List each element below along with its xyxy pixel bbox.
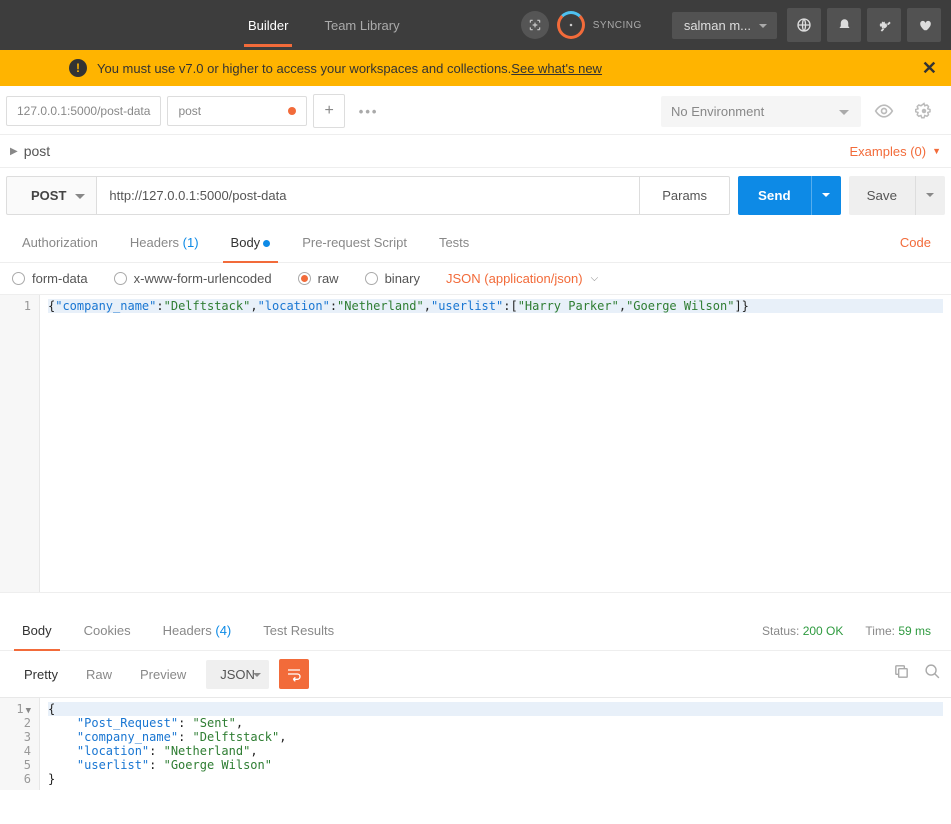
- wrap-lines-icon[interactable]: [279, 659, 309, 689]
- sync-status: SYNCING: [557, 11, 642, 39]
- radio-xwww[interactable]: x-www-form-urlencoded: [114, 271, 272, 286]
- request-tabs-bar: 127.0.0.1:5000/post-data post + •••: [0, 86, 651, 135]
- radio-raw[interactable]: raw: [298, 271, 339, 286]
- response-toolbar: Pretty Raw Preview JSON: [0, 651, 951, 697]
- radio-icon: [365, 272, 378, 285]
- editor-content[interactable]: {"company_name":"Delftstack","location":…: [40, 295, 951, 592]
- nav-builder[interactable]: Builder: [230, 4, 306, 47]
- response-gutter: 1▼23456: [0, 698, 40, 790]
- body-indicator-icon: [263, 240, 270, 247]
- new-tab-button[interactable]: +: [313, 94, 344, 128]
- content-type-dropdown[interactable]: JSON (application/json)⌵: [446, 271, 598, 286]
- request-name: post: [24, 143, 50, 159]
- fold-icon[interactable]: ▼: [26, 706, 31, 716]
- tab-2-label: post: [178, 104, 201, 118]
- banner-close-icon[interactable]: ✕: [922, 58, 937, 79]
- url-input[interactable]: [97, 176, 640, 215]
- browse-icon[interactable]: [787, 8, 821, 42]
- tab-prerequest[interactable]: Pre-request Script: [286, 223, 423, 262]
- examples-dropdown[interactable]: Examples (0)▼: [850, 144, 942, 159]
- resp-tab-cookies[interactable]: Cookies: [68, 611, 147, 650]
- tab-request-2[interactable]: post: [167, 96, 307, 126]
- response-body-editor[interactable]: 1▼23456 { "Post_Request": "Sent", "compa…: [0, 697, 951, 790]
- method-dropdown[interactable]: POST: [6, 176, 97, 215]
- radio-binary[interactable]: binary: [365, 271, 420, 286]
- capture-icon[interactable]: [521, 11, 549, 39]
- editor-gutter: 1: [0, 295, 40, 592]
- banner-link[interactable]: See what's new: [511, 61, 602, 76]
- main-nav: Builder Team Library: [230, 4, 418, 47]
- tab-1-label: 127.0.0.1:5000/post-data: [17, 104, 150, 118]
- update-banner: ! You must use v7.0 or higher to access …: [0, 50, 951, 86]
- radio-icon: [12, 272, 25, 285]
- unsaved-dot-icon: [288, 107, 296, 115]
- request-body-editor[interactable]: 1 {"company_name":"Delftstack","location…: [0, 295, 951, 593]
- chevron-down-icon: ⌵: [591, 273, 599, 284]
- view-pretty[interactable]: Pretty: [10, 660, 72, 689]
- user-menu[interactable]: salman m...: [672, 12, 777, 39]
- tab-authorization[interactable]: Authorization: [6, 223, 114, 262]
- response-content[interactable]: { "Post_Request": "Sent", "company_name"…: [40, 698, 951, 790]
- time-label: Time:: [865, 624, 895, 638]
- params-button[interactable]: Params: [640, 176, 730, 215]
- breadcrumb-expand-icon[interactable]: ▶: [10, 146, 18, 157]
- body-type-row: form-data x-www-form-urlencoded raw bina…: [0, 263, 951, 295]
- warning-icon: !: [69, 59, 87, 77]
- top-bar: Builder Team Library SYNCING salman m...: [0, 0, 951, 50]
- sync-spinner-icon: [557, 11, 585, 39]
- environment-bar: No Environment: [651, 86, 951, 135]
- code-link[interactable]: Code: [886, 223, 945, 262]
- search-icon[interactable]: [924, 663, 941, 685]
- save-dropdown[interactable]: [915, 176, 945, 215]
- send-button[interactable]: Send: [738, 176, 811, 215]
- response-tools: [893, 663, 941, 685]
- nav-team-library[interactable]: Team Library: [306, 4, 417, 47]
- resp-tab-headers[interactable]: Headers (4): [147, 611, 248, 650]
- time-value: 59 ms: [898, 624, 931, 638]
- status-label: Status:: [762, 624, 799, 638]
- radio-icon: [114, 272, 127, 285]
- url-bar: POST Params Send Save: [0, 168, 951, 223]
- status-value: 200 OK: [803, 624, 844, 638]
- heart-icon[interactable]: [907, 8, 941, 42]
- tab-body[interactable]: Body: [215, 223, 287, 262]
- radio-icon-selected: [298, 272, 311, 285]
- resp-tab-body[interactable]: Body: [6, 611, 68, 650]
- radio-form-data[interactable]: form-data: [12, 271, 88, 286]
- chevron-down-icon: ▼: [932, 146, 941, 156]
- notifications-icon[interactable]: [827, 8, 861, 42]
- banner-text: You must use v7.0 or higher to access yo…: [97, 61, 511, 76]
- resp-tab-test-results[interactable]: Test Results: [247, 611, 350, 650]
- tab-tests[interactable]: Tests: [423, 223, 485, 262]
- request-section-tabs: Authorization Headers (1) Body Pre-reque…: [0, 223, 951, 263]
- sync-label: SYNCING: [593, 20, 642, 31]
- settings-icon[interactable]: [867, 8, 901, 42]
- breadcrumb-row: ▶ post Examples (0)▼: [0, 135, 951, 168]
- response-meta: Status: 200 OK Time: 59 ms: [762, 624, 945, 638]
- response-format-dropdown[interactable]: JSON: [206, 660, 269, 689]
- environment-settings-icon[interactable]: [907, 94, 941, 128]
- tab-headers[interactable]: Headers (1): [114, 223, 215, 262]
- view-raw[interactable]: Raw: [72, 660, 126, 689]
- save-button[interactable]: Save: [849, 176, 915, 215]
- environment-quicklook-icon[interactable]: [867, 94, 901, 128]
- view-preview[interactable]: Preview: [126, 660, 200, 689]
- tabs-overflow-icon[interactable]: •••: [351, 98, 387, 125]
- copy-icon[interactable]: [893, 663, 910, 685]
- environment-dropdown[interactable]: No Environment: [661, 96, 861, 127]
- response-section-tabs: Body Cookies Headers (4) Test Results St…: [0, 611, 951, 651]
- tab-request-1[interactable]: 127.0.0.1:5000/post-data: [6, 96, 161, 126]
- send-dropdown[interactable]: [811, 176, 841, 215]
